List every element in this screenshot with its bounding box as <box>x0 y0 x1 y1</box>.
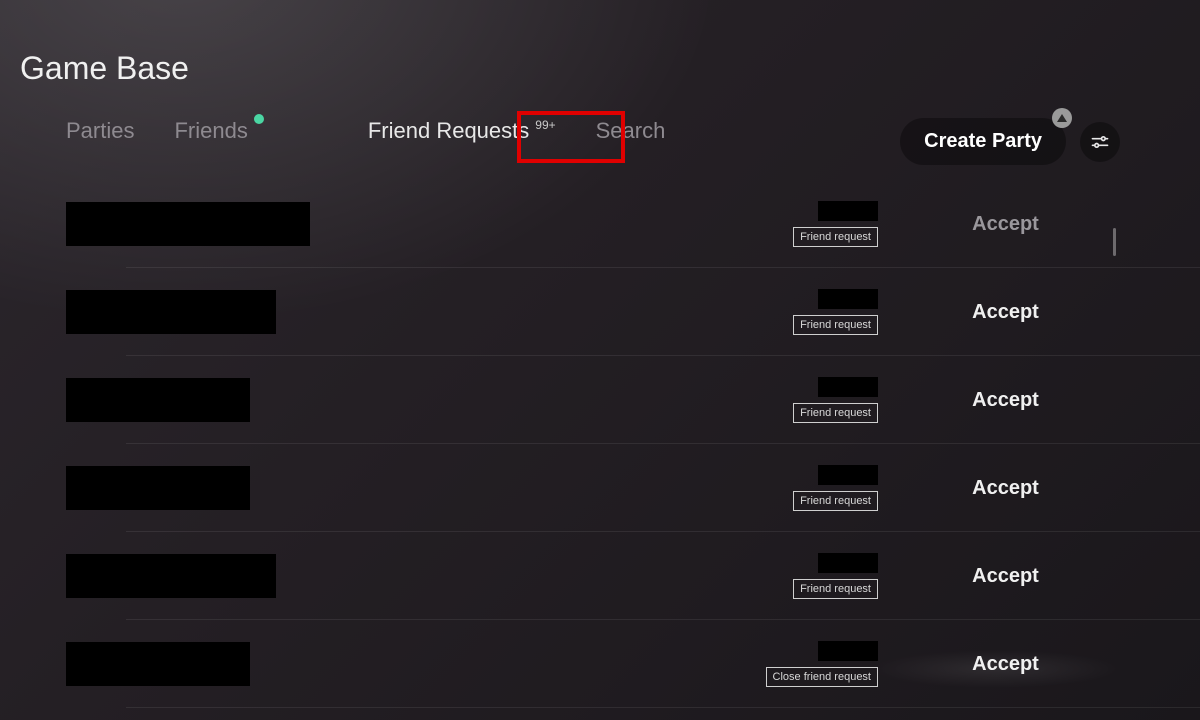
create-party-label: Create Party <box>924 130 1042 152</box>
friend-request-row[interactable]: Friend request Accept <box>66 444 1118 532</box>
redacted-timestamp <box>818 289 878 309</box>
friend-requests-count: 99+ <box>535 118 555 132</box>
right-controls: Create Party <box>900 118 1120 165</box>
accept-button[interactable]: Accept <box>972 213 1039 236</box>
accept-column: Accept <box>893 444 1118 532</box>
request-type-badge: Friend request <box>793 491 878 511</box>
sliders-icon <box>1090 132 1110 152</box>
request-meta: Friend request <box>793 356 878 444</box>
accept-column: Accept <box>893 532 1118 620</box>
redacted-username <box>66 554 276 598</box>
redacted-username <box>66 202 310 246</box>
redacted-username <box>66 290 276 334</box>
triangle-hint-icon <box>1052 108 1072 128</box>
request-type-badge: Friend request <box>793 403 878 423</box>
redacted-timestamp <box>818 465 878 485</box>
page-title: Game Base <box>20 50 189 87</box>
request-meta: Friend request <box>793 268 878 356</box>
accept-button[interactable]: Accept <box>972 389 1039 412</box>
accept-button[interactable]: Accept <box>972 653 1039 676</box>
friend-request-row[interactable]: Close friend request Accept <box>66 620 1118 708</box>
tabs-bar: Parties Friends Friend Requests 99+ Sear… <box>66 118 665 144</box>
friend-request-row[interactable]: Friend request Accept <box>66 532 1118 620</box>
friend-request-row[interactable]: Friend request Accept <box>66 180 1118 268</box>
accept-button[interactable]: Accept <box>972 477 1039 500</box>
tab-friend-requests[interactable]: Friend Requests <box>368 118 529 144</box>
friend-request-list: Friend request Accept Friend request Accept… <box>66 180 1118 720</box>
redacted-timestamp <box>818 377 878 397</box>
redacted-timestamp <box>818 641 878 661</box>
redacted-username <box>66 466 250 510</box>
request-meta: Close friend request <box>766 620 878 708</box>
redacted-username <box>66 642 250 686</box>
accept-column: Accept <box>893 356 1118 444</box>
request-type-badge: Friend request <box>793 227 878 247</box>
accept-button[interactable]: Accept <box>972 301 1039 324</box>
tab-search[interactable]: Search <box>596 118 666 144</box>
tab-parties[interactable]: Parties <box>66 118 134 144</box>
request-meta: Friend request <box>793 444 878 532</box>
accept-column: Accept <box>893 180 1118 268</box>
redacted-timestamp <box>818 553 878 573</box>
request-meta: Friend request <box>793 180 878 268</box>
redacted-timestamp <box>818 201 878 221</box>
tab-friends[interactable]: Friends <box>174 118 247 144</box>
friends-online-dot-icon <box>254 114 264 124</box>
redacted-username <box>66 378 250 422</box>
create-party-button[interactable]: Create Party <box>900 118 1066 165</box>
settings-button[interactable] <box>1080 122 1120 162</box>
friend-request-row[interactable]: Friend request Accept <box>66 268 1118 356</box>
request-type-badge: Friend request <box>793 315 878 335</box>
accept-button[interactable]: Accept <box>972 565 1039 588</box>
friend-request-row[interactable]: Friend request Accept <box>66 356 1118 444</box>
request-meta: Friend request <box>793 532 878 620</box>
accept-column: Accept <box>893 268 1118 356</box>
accept-column: Accept <box>893 620 1118 708</box>
request-type-badge: Close friend request <box>766 667 878 687</box>
request-type-badge: Friend request <box>793 579 878 599</box>
